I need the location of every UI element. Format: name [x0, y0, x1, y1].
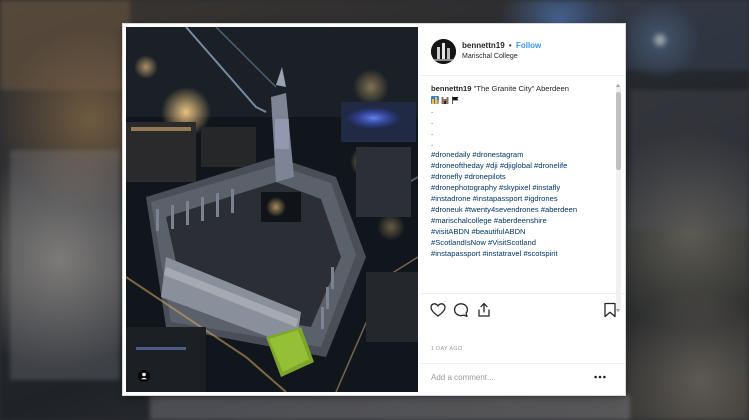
- follow-button[interactable]: Follow: [516, 41, 541, 50]
- castle-emoji-icon: [441, 97, 449, 104]
- post-photo[interactable]: [126, 27, 418, 392]
- emoji-row: [431, 95, 607, 105]
- separator-dot: •: [508, 41, 512, 50]
- caption: bennettn19 "The Granite City" Aberdeen .…: [431, 83, 607, 259]
- username-row: bennettn19 • Follow: [462, 41, 541, 50]
- caption-text: "The Granite City" Aberdeen: [473, 84, 569, 93]
- hashtag-line[interactable]: #marischalcollege #aberdeenshire: [431, 215, 607, 226]
- action-bar: [421, 293, 625, 324]
- hashtag-line[interactable]: #dronephotography #skypixel #instafly: [431, 182, 607, 193]
- hashtag-line[interactable]: #visitABDN #beautifulABDN: [431, 226, 607, 237]
- avatar-image: [431, 39, 456, 64]
- share-icon[interactable]: [476, 302, 492, 318]
- bookmark-icon[interactable]: [602, 302, 618, 318]
- post-timestamp[interactable]: 1 DAY AGO: [431, 346, 463, 352]
- hashtag-line[interactable]: #instadrone #instapassport #igdrones: [431, 193, 607, 204]
- hashtag-line[interactable]: #dronedaily #dronestagram: [431, 149, 607, 160]
- hashtag-line[interactable]: #ScotlandIsNow #VisitScotland: [431, 237, 607, 248]
- cityscape-emoji-icon: [431, 96, 439, 104]
- instagram-embed-card: bennettn19 • Follow Marischal College be…: [123, 24, 625, 395]
- hashtag-line[interactable]: #instapassport #instatravel #scotspirit: [431, 248, 607, 259]
- user-tag-icon[interactable]: [138, 370, 150, 382]
- username-link[interactable]: bennettn19: [462, 41, 505, 50]
- scroll-up-arrow-icon[interactable]: [616, 84, 620, 87]
- post-header: bennettn19 • Follow Marischal College: [421, 24, 625, 76]
- comment-icon[interactable]: [453, 302, 469, 318]
- caption-scrollbar[interactable]: [616, 84, 621, 312]
- post-sidebar: bennettn19 • Follow Marischal College be…: [421, 24, 625, 395]
- location-link[interactable]: Marischal College: [462, 53, 518, 60]
- caption-dot-line: .: [431, 139, 434, 148]
- scrollbar-thumb[interactable]: [616, 92, 621, 170]
- hashtag-line[interactable]: #droneuk #twenty4sevendrones #aberdeen: [431, 204, 607, 215]
- more-options-icon[interactable]: [594, 375, 606, 379]
- caption-dot-line: .: [431, 128, 434, 137]
- flag-emoji-icon: [452, 96, 459, 104]
- caption-dot-line: .: [431, 106, 434, 115]
- heart-icon[interactable]: [430, 302, 446, 318]
- hashtag-line[interactable]: #dronefly #dronepilots: [431, 171, 607, 182]
- caption-username[interactable]: bennettn19: [431, 84, 472, 93]
- comment-bar: [421, 363, 625, 396]
- aerial-night-photo: [126, 27, 418, 392]
- comment-input[interactable]: [431, 373, 581, 382]
- caption-dot-line: .: [431, 117, 434, 126]
- caption-first-line: bennettn19 "The Granite City" Aberdeen: [431, 83, 607, 94]
- caption-scroll-area[interactable]: bennettn19 "The Granite City" Aberdeen .…: [421, 76, 623, 291]
- avatar[interactable]: [431, 39, 456, 64]
- hashtag-list: #dronedaily #dronestagram #droneoftheday…: [431, 149, 607, 259]
- hashtag-line[interactable]: #droneoftheday #dji #djiglobal #dronelif…: [431, 160, 607, 171]
